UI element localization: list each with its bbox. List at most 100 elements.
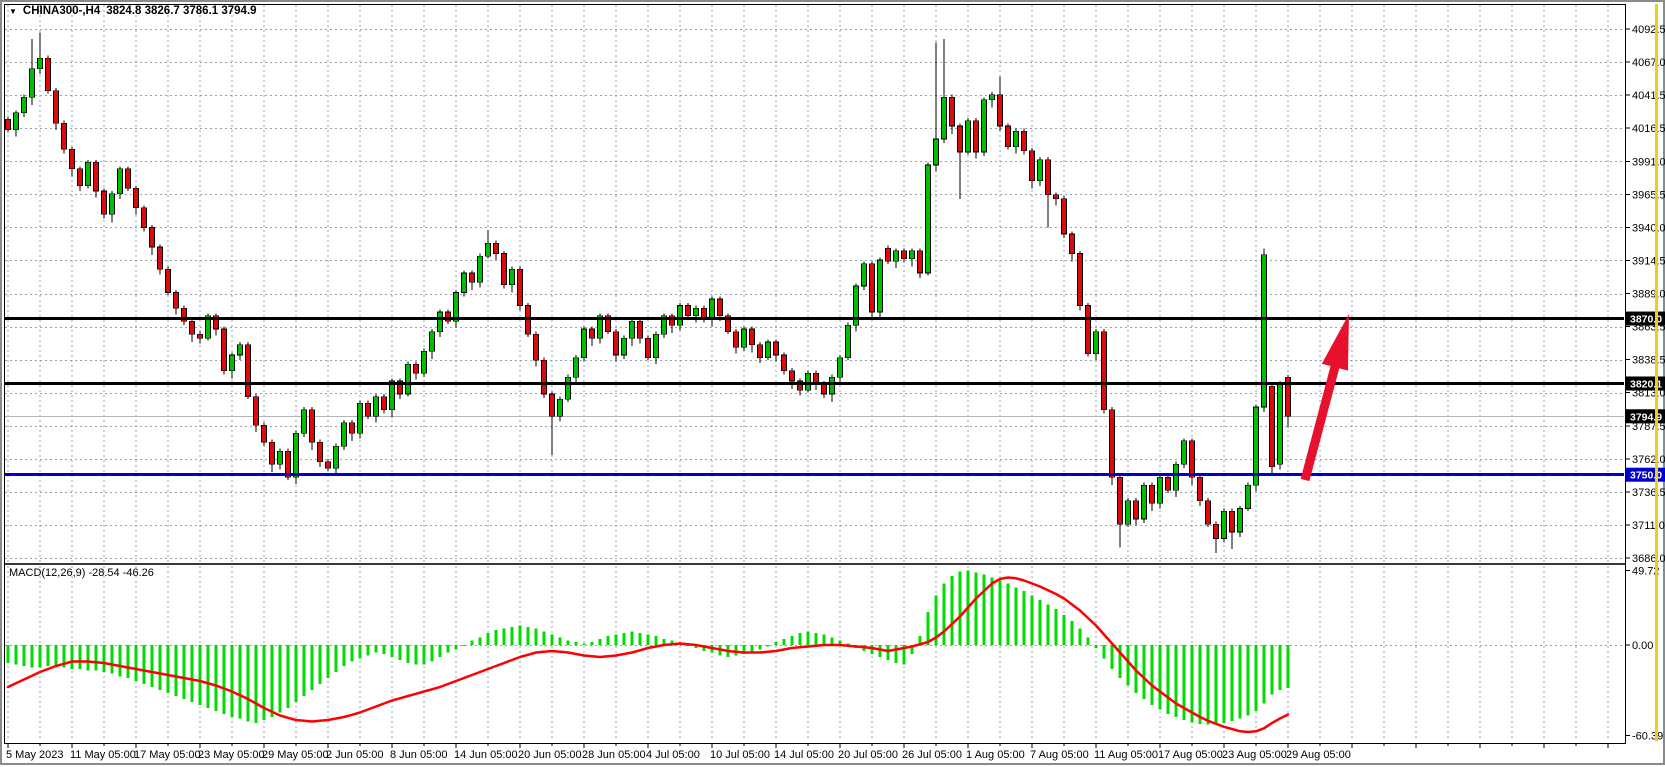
candle-down <box>750 329 755 345</box>
macd-histogram-bar <box>415 645 418 665</box>
macd-histogram-bar <box>31 645 34 668</box>
candle-down <box>534 334 539 360</box>
macd-histogram-bar <box>1159 645 1162 710</box>
candle-down <box>1134 501 1139 519</box>
macd-histogram-bar <box>887 645 890 660</box>
candle-down <box>782 355 787 371</box>
macd-histogram-bar <box>623 633 626 645</box>
macd-histogram-bar <box>399 645 402 660</box>
macd-axis-label: 0.00 <box>1632 640 1653 652</box>
macd-histogram-bar <box>583 644 586 646</box>
macd-histogram-bar <box>607 636 610 645</box>
candle-down <box>102 191 107 214</box>
time-axis-label: 29 Aug 05:00 <box>1286 749 1351 761</box>
candle-down <box>174 293 179 309</box>
macd-histogram-bar <box>255 645 258 723</box>
candle-down <box>270 442 275 464</box>
candle-down <box>1102 332 1107 410</box>
macd-histogram-bar <box>79 645 82 669</box>
macd-histogram-bar <box>871 645 874 654</box>
time-axis[interactable]: 5 May 202311 May 05:0017 May 05:0023 May… <box>6 743 1608 761</box>
time-axis-label: 26 Jul 05:00 <box>902 749 962 761</box>
macd-histogram-bar <box>519 626 522 646</box>
candle-up <box>582 329 587 358</box>
candle-down <box>198 334 203 338</box>
macd-histogram-bar <box>15 645 18 665</box>
macd-histogram-bar <box>423 645 426 665</box>
candle-down <box>774 342 779 355</box>
candle-down <box>126 169 131 189</box>
macd-histogram-bar <box>567 641 570 646</box>
candle-down <box>886 248 891 261</box>
candle-down <box>646 338 651 358</box>
candle-down <box>686 306 691 316</box>
candle-down <box>1070 234 1075 254</box>
macd-histogram-bar <box>207 645 210 708</box>
candle-down <box>70 149 75 169</box>
macd-histogram-bar <box>1039 600 1042 645</box>
macd-histogram-bar <box>599 639 602 645</box>
time-axis-label: 23 May 05:00 <box>198 749 265 761</box>
candle-down <box>614 332 619 355</box>
macd-histogram-bar <box>1015 587 1018 645</box>
macd-histogram-bar <box>1071 621 1074 645</box>
time-axis-label: 2 Jun 05:00 <box>326 749 384 761</box>
candle-up <box>1094 332 1099 354</box>
macd-histogram-bar <box>1143 645 1146 699</box>
price-axis[interactable]: 4092.54067.04041.54016.53991.03965.53940… <box>1625 24 1665 743</box>
macd-histogram-bar <box>735 645 738 656</box>
candle-down <box>1206 501 1211 524</box>
candle-up <box>1278 384 1283 465</box>
symbol-dropdown-icon[interactable]: ▼ <box>9 7 17 16</box>
candle-down <box>134 188 139 208</box>
candle-up <box>990 95 995 100</box>
candle-down <box>246 345 251 397</box>
candle-up <box>694 308 699 316</box>
macd-histogram-bar <box>559 638 562 646</box>
candle-up <box>1246 485 1251 508</box>
candle-down <box>94 162 99 191</box>
candle-down <box>326 462 331 469</box>
candle-down <box>1062 199 1067 234</box>
candle-down <box>518 269 523 305</box>
candle-down <box>222 329 227 371</box>
candle-down <box>542 360 547 394</box>
candle-up <box>22 97 27 113</box>
macd-histogram-bar <box>47 645 50 666</box>
price-axis-label: 4041.5 <box>1632 90 1665 102</box>
candle-down <box>310 410 315 443</box>
candle-down <box>590 329 595 338</box>
candle-up <box>862 264 867 286</box>
candle-down <box>870 264 875 312</box>
macd-indicator-label: MACD(12,26,9) -28.54 -46.26 <box>9 567 154 579</box>
macd-histogram-bar <box>199 645 202 705</box>
candle-down <box>550 394 555 416</box>
candle-down <box>254 397 259 426</box>
macd-histogram-bar <box>1031 596 1034 646</box>
macd-histogram-bar <box>367 645 370 656</box>
candle-down <box>1270 386 1275 467</box>
macd-histogram-bar <box>447 645 450 653</box>
macd-histogram-bar <box>1223 645 1226 723</box>
candle-up <box>926 165 931 273</box>
macd-histogram-bar <box>359 645 362 659</box>
macd-histogram-bar <box>1231 645 1234 721</box>
candle-down <box>382 397 387 410</box>
macd-histogram-bar <box>479 638 482 646</box>
macd-histogram-bar <box>943 584 946 646</box>
macd-histogram-bar <box>1247 645 1250 716</box>
price-axis-label: 3965.5 <box>1632 189 1665 201</box>
macd-histogram-bar <box>1079 629 1082 646</box>
macd-histogram-bar <box>127 645 130 678</box>
macd-histogram-bar <box>1063 615 1066 645</box>
candle-down <box>758 345 763 358</box>
candle-up <box>878 260 883 312</box>
macd-histogram-bar <box>1207 645 1210 725</box>
price-axis-label: 3711.0 <box>1632 520 1665 532</box>
candle-down <box>78 169 83 186</box>
macd-histogram-bar <box>815 633 818 645</box>
candle-up <box>14 113 19 130</box>
time-axis-label: 11 May 05:00 <box>70 749 136 761</box>
chart-canvas[interactable]: 4092.54067.04041.54016.53991.03965.53940… <box>2 2 1665 767</box>
candle-up <box>566 377 571 399</box>
